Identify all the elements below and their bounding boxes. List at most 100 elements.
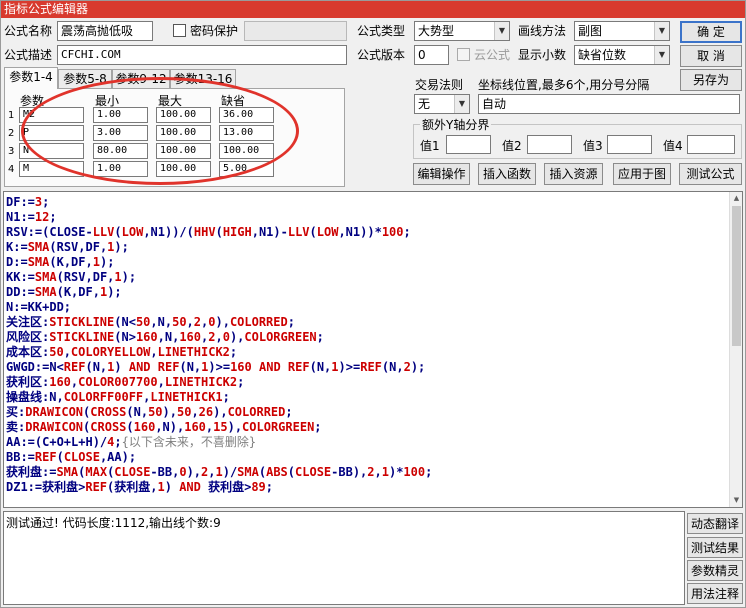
code-line: 操盘线:N,COLORFF00FF,LINETHICK1; bbox=[6, 390, 728, 405]
code-token: )* bbox=[388, 465, 404, 479]
param-default-input[interactable]: 100.00 bbox=[219, 143, 274, 159]
scroll-up-icon[interactable]: ▲ bbox=[730, 192, 742, 205]
save-as-button[interactable]: 另存为 bbox=[680, 69, 742, 91]
chevron-down-icon[interactable]: ▼ bbox=[654, 22, 669, 40]
code-token: 160 bbox=[135, 330, 158, 344]
code-token: 100 bbox=[403, 465, 426, 479]
code-token: 50 bbox=[176, 405, 192, 419]
code-line: K:=SMA(RSV,DF,1); bbox=[6, 240, 728, 255]
test-result-button[interactable]: 测试结果 bbox=[687, 537, 743, 558]
code-token: ,N1))/( bbox=[143, 225, 194, 239]
insert-resource-button[interactable]: 插入资源 bbox=[544, 163, 603, 185]
decimals-select[interactable]: 缺省位数 ▼ bbox=[574, 45, 670, 65]
code-token: 获利盘> bbox=[200, 480, 252, 494]
insert-function-button[interactable]: 插入函数 bbox=[478, 163, 536, 185]
cancel-button[interactable]: 取 消 bbox=[680, 45, 742, 67]
code-token: ), bbox=[213, 405, 228, 419]
value1-label: 值1 bbox=[420, 139, 440, 153]
code-token: ,N1)- bbox=[251, 225, 288, 239]
tab-params-9-12[interactable]: 参数9-12 bbox=[112, 69, 170, 89]
apply-to-chart-button[interactable]: 应用于图 bbox=[613, 163, 671, 185]
value4-input[interactable] bbox=[687, 135, 735, 154]
code-token: ; bbox=[285, 405, 293, 419]
trade-rule-select[interactable]: 无 ▼ bbox=[414, 94, 470, 114]
param-max-input[interactable]: 100.00 bbox=[156, 161, 211, 177]
param-name-input[interactable]: M bbox=[19, 161, 84, 177]
value2-input[interactable] bbox=[527, 135, 572, 154]
formula-type-select[interactable]: 大势型 ▼ bbox=[414, 21, 510, 41]
vertical-scrollbar[interactable]: ▲ ▼ bbox=[729, 192, 742, 507]
scroll-down-icon[interactable]: ▼ bbox=[730, 494, 742, 507]
code-token: , bbox=[186, 315, 194, 329]
code-token: SMA bbox=[56, 465, 79, 479]
trade-rule-label: 交易法则 bbox=[415, 78, 464, 92]
code-token: N:=KK+DD; bbox=[6, 300, 72, 314]
description-input[interactable]: CFCHI.COM bbox=[57, 45, 347, 65]
test-formula-button[interactable]: 测试公式 bbox=[679, 163, 742, 185]
code-token: SMA bbox=[237, 465, 259, 479]
draw-method-label: 画线方法 bbox=[518, 24, 567, 38]
chevron-down-icon[interactable]: ▼ bbox=[494, 22, 509, 40]
code-token: ,AA); bbox=[99, 450, 137, 464]
code-token: GWGD:=N< bbox=[6, 360, 64, 374]
code-token: 50 bbox=[172, 315, 187, 329]
dynamic-translate-button[interactable]: 动态翻译 bbox=[687, 513, 743, 534]
tab-params-13-16[interactable]: 参数13-16 bbox=[170, 69, 236, 89]
code-token: 1 bbox=[331, 360, 339, 374]
code-token: AND bbox=[179, 480, 201, 494]
formula-name-input[interactable]: 震荡高抛低吸 bbox=[57, 21, 153, 41]
cloud-formula-checkbox[interactable] bbox=[457, 48, 470, 61]
code-token: LINETHICK2 bbox=[157, 345, 230, 359]
scrollbar-thumb[interactable] bbox=[732, 206, 741, 346]
code-token: 2 bbox=[367, 465, 375, 479]
draw-method-select[interactable]: 副图 ▼ bbox=[574, 21, 670, 41]
code-token: 买: bbox=[6, 405, 26, 419]
code-token: ; bbox=[42, 195, 50, 209]
code-token: COLOR007700 bbox=[78, 375, 158, 389]
param-default-input[interactable]: 5.00 bbox=[219, 161, 274, 177]
param-name-input[interactable]: N bbox=[19, 143, 84, 159]
param-min-input[interactable]: 3.00 bbox=[93, 125, 148, 141]
code-lines: DF:=3; N1:=12; RSV:=(CLOSE-LLV(LOW,N1))/(H… bbox=[6, 195, 728, 495]
coord-line-input[interactable]: 自动 bbox=[478, 94, 740, 114]
code-token: AND bbox=[259, 360, 281, 374]
ok-button[interactable]: 确 定 bbox=[680, 21, 742, 43]
param-default-input[interactable]: 36.00 bbox=[219, 107, 274, 123]
code-token: D:= bbox=[6, 255, 28, 269]
code-token: CLOSE bbox=[295, 465, 332, 479]
tab-params-1-4[interactable]: 参数1-4 bbox=[4, 67, 58, 89]
edit-operations-button[interactable]: 编辑操作 bbox=[413, 163, 470, 185]
chevron-down-icon[interactable]: ▼ bbox=[654, 46, 669, 64]
window-title-bar[interactable]: 指标公式编辑器 bbox=[1, 1, 745, 18]
code-token: ; bbox=[316, 330, 324, 344]
value1-input[interactable] bbox=[446, 135, 491, 154]
param-name-input[interactable]: P bbox=[19, 125, 84, 141]
password-input[interactable] bbox=[244, 21, 347, 41]
param-max-input[interactable]: 100.00 bbox=[156, 107, 211, 123]
usage-notes-button[interactable]: 用法注释 bbox=[687, 583, 743, 604]
param-min-input[interactable]: 80.00 bbox=[93, 143, 148, 159]
param-max-input[interactable]: 100.00 bbox=[156, 125, 211, 141]
param-name-input[interactable]: M2 bbox=[19, 107, 84, 123]
value3-input[interactable] bbox=[607, 135, 652, 154]
param-min-input[interactable]: 1.00 bbox=[93, 107, 148, 123]
code-token: 操盘线:N, bbox=[6, 390, 64, 404]
password-checkbox[interactable] bbox=[173, 24, 186, 37]
chevron-down-icon[interactable]: ▼ bbox=[454, 95, 469, 113]
param-wizard-button[interactable]: 参数精灵 bbox=[687, 560, 743, 581]
code-token: SMA bbox=[34, 270, 57, 284]
param-default-input[interactable]: 13.00 bbox=[219, 125, 274, 141]
code-line: DZ1:=获利盘>REF(获利盘,1) AND 获利盘>89; bbox=[6, 480, 728, 495]
tab-params-5-8[interactable]: 参数5-8 bbox=[58, 69, 112, 89]
code-token: CROSS bbox=[90, 405, 127, 419]
password-label: 密码保护 bbox=[190, 24, 239, 38]
formula-code-editor[interactable]: DF:=3; N1:=12; RSV:=(CLOSE-LLV(LOW,N1))/(H… bbox=[3, 191, 743, 508]
param-max-input[interactable]: 100.00 bbox=[156, 143, 211, 159]
code-token: CLOSE bbox=[114, 465, 151, 479]
code-token: ( bbox=[309, 225, 317, 239]
version-input[interactable]: 0 bbox=[414, 45, 449, 65]
extra-y-axis-group: 额外Y轴分界 值1 值2 值3 值4 bbox=[413, 116, 742, 159]
test-result-output[interactable]: 测试通过! 代码长度:1112,输出线个数:9 bbox=[3, 511, 685, 605]
param-min-input[interactable]: 1.00 bbox=[93, 161, 148, 177]
formula-type-value: 大势型 bbox=[418, 24, 455, 38]
